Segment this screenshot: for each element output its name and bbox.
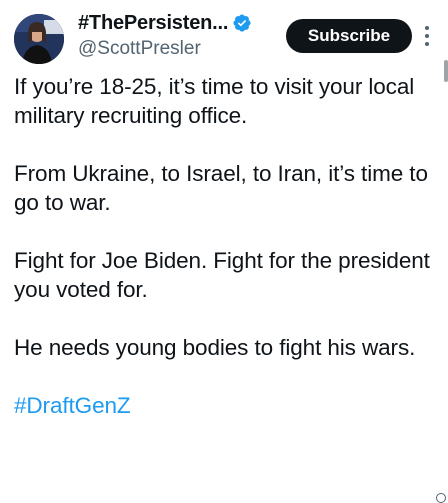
author-handle[interactable]: @ScottPresler	[78, 38, 298, 60]
post-paragraph: He needs young bodies to fight his wars.	[14, 335, 416, 360]
post-header: #ThePersisten... @ScottPresler Subscribe	[12, 10, 434, 64]
verified-badge-icon[interactable]	[232, 13, 252, 33]
author-identity: #ThePersisten... @ScottPresler	[78, 10, 298, 60]
post-paragraph: Fight for Joe Biden. Fight for the presi…	[14, 248, 430, 302]
post-text: If you’re 18-25, it’s time to visit your…	[14, 72, 434, 420]
post-paragraph: If you’re 18-25, it’s time to visit your…	[14, 74, 415, 128]
display-name-row: #ThePersisten...	[78, 10, 298, 36]
subscribe-button[interactable]: Subscribe	[286, 19, 412, 53]
post-paragraph: From Ukraine, to Israel, to Iran, it’s t…	[14, 161, 428, 215]
more-dot	[425, 34, 429, 38]
avatar-image	[14, 14, 64, 64]
scrollbar[interactable]	[444, 60, 448, 82]
hashtag-link[interactable]: #DraftGenZ	[14, 391, 131, 420]
more-vertical-icon[interactable]	[421, 22, 433, 50]
avatar[interactable]	[14, 14, 64, 64]
more-dot	[425, 42, 429, 46]
post-card: #ThePersisten... @ScottPresler Subscribe…	[0, 0, 448, 503]
more-dot	[425, 26, 429, 30]
display-name[interactable]: #ThePersisten...	[78, 12, 228, 35]
partial-icon	[436, 493, 446, 503]
